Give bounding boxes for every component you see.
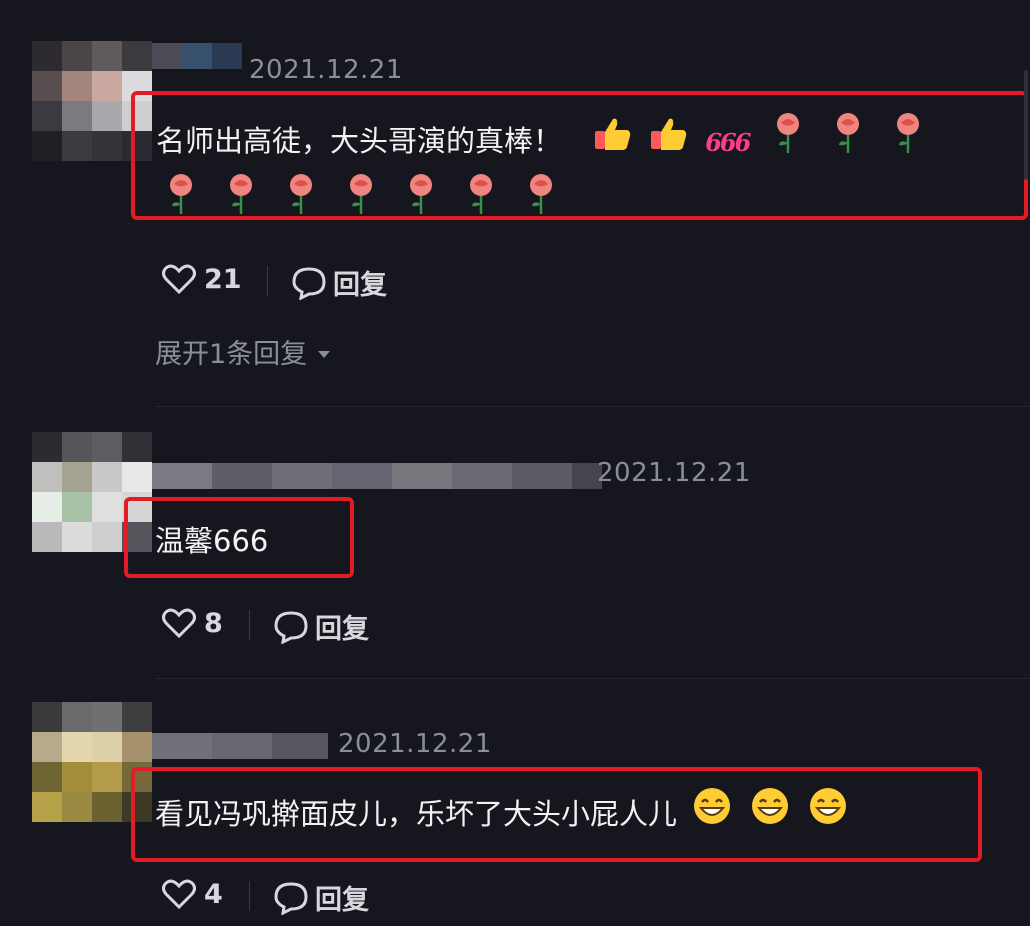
comment-bubble-icon — [291, 266, 327, 300]
comment-date: 2021.12.21 — [597, 458, 751, 488]
expand-label: 展开1条回复 — [155, 339, 308, 370]
thumbs-up-icon — [593, 113, 633, 173]
heart-icon — [162, 878, 196, 910]
separator — [155, 406, 1030, 407]
scrollbar[interactable] — [1024, 70, 1028, 180]
reply-button[interactable]: 回复 — [273, 607, 369, 646]
comment-bubble-icon — [273, 881, 309, 915]
reply-button[interactable]: 回复 — [291, 263, 387, 302]
username-blurred[interactable] — [152, 43, 242, 69]
comment-text: 名师出高徒，大头哥演的真棒！ 666 — [156, 111, 1016, 175]
rose-icon — [771, 111, 805, 175]
reply-label: 回复 — [315, 885, 369, 916]
like-count: 4 — [204, 878, 223, 910]
reply-button[interactable]: 回复 — [273, 878, 369, 917]
reply-label: 回复 — [315, 614, 369, 645]
reply-label: 回复 — [333, 270, 387, 301]
666-sticker: 666 — [705, 128, 751, 157]
comment-date: 2021.12.21 — [338, 729, 492, 759]
rose-icon — [164, 172, 198, 220]
username-blurred[interactable] — [152, 463, 602, 489]
like-count: 21 — [204, 263, 242, 295]
rose-icon — [404, 172, 438, 220]
like-button[interactable]: 8 — [162, 607, 223, 639]
caret-down-icon — [317, 336, 331, 367]
grin-icon — [808, 786, 848, 846]
comment-bubble-icon — [273, 610, 309, 644]
like-button[interactable]: 21 — [162, 263, 242, 295]
comment-body: 温馨666 — [155, 524, 269, 558]
thumbs-up-icon — [649, 113, 689, 173]
like-button[interactable]: 4 — [162, 878, 223, 910]
comment-date: 2021.12.21 — [249, 55, 403, 85]
separator — [155, 678, 1030, 679]
expand-replies[interactable]: 展开1条回复 — [155, 332, 331, 371]
grin-icon — [692, 786, 732, 846]
comment-text: 看见冯巩擀面皮儿，乐坏了大头小屁人儿 — [155, 784, 975, 846]
rose-icon — [524, 172, 558, 220]
rose-icon — [891, 111, 925, 175]
rose-icon — [224, 172, 258, 220]
emoji-row — [164, 172, 558, 220]
divider — [249, 881, 250, 911]
comment-body: 看见冯巩擀面皮儿，乐坏了大头小屁人儿 — [155, 797, 678, 831]
heart-icon — [162, 607, 196, 639]
comment-body: 名师出高徒，大头哥演的真棒！ — [156, 124, 563, 158]
username-blurred[interactable] — [152, 733, 328, 759]
rose-icon — [344, 172, 378, 220]
rose-icon — [464, 172, 498, 220]
rose-icon — [831, 111, 865, 175]
like-count: 8 — [204, 607, 223, 639]
heart-icon — [162, 263, 196, 295]
divider — [249, 610, 250, 640]
divider — [267, 266, 268, 296]
grin-icon — [750, 786, 790, 846]
rose-icon — [284, 172, 318, 220]
